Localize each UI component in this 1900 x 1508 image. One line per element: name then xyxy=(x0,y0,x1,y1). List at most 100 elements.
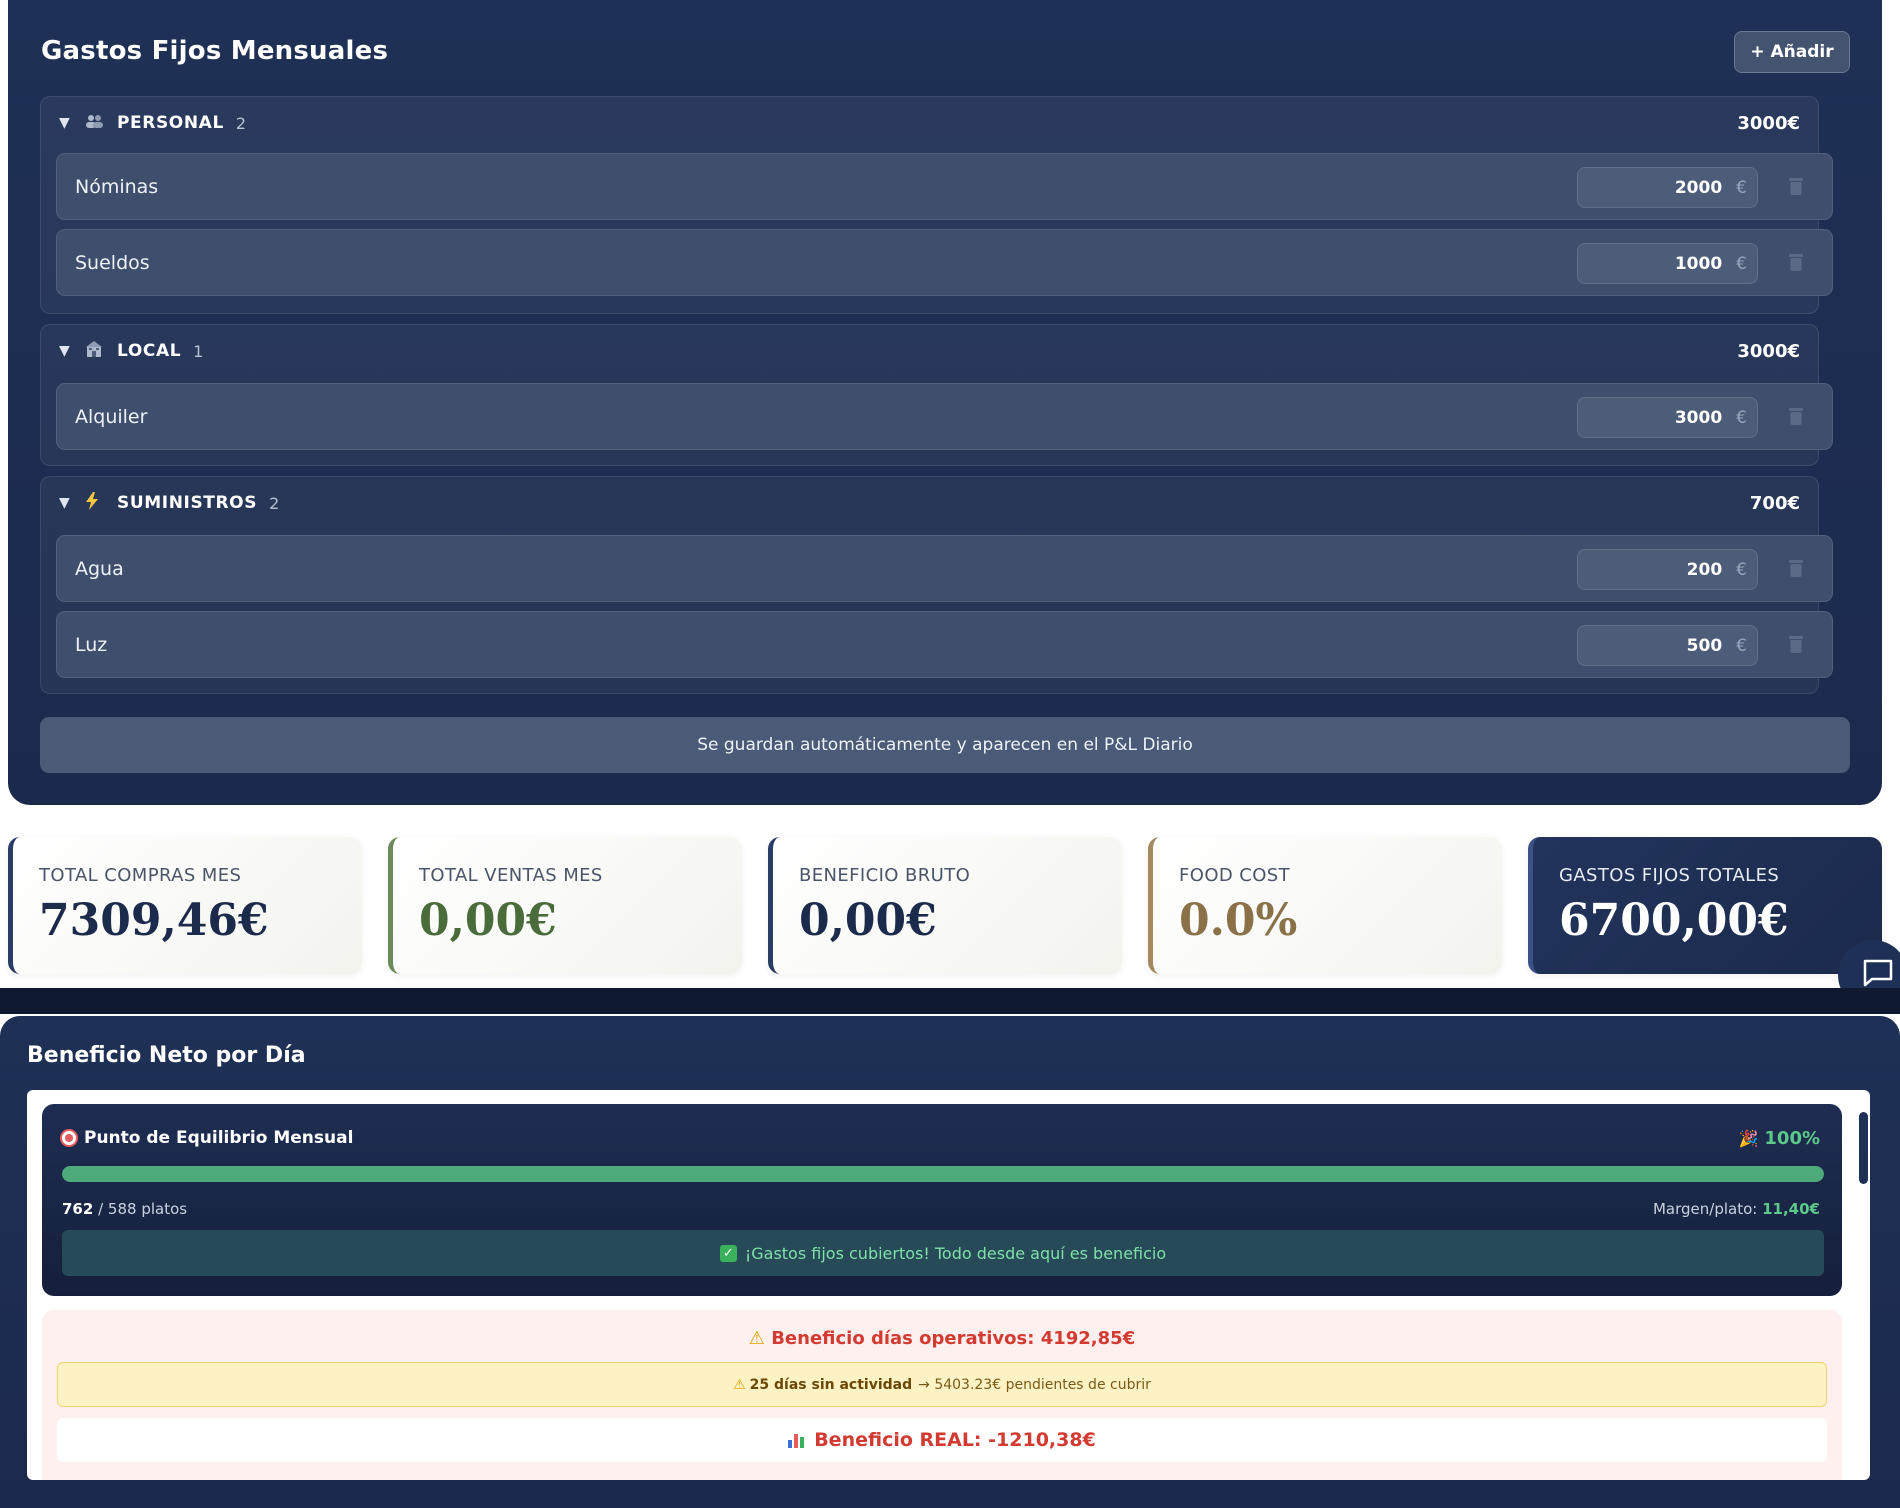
category-total: 3000€ xyxy=(1737,112,1800,134)
currency-symbol: € xyxy=(1736,177,1747,198)
category-header-suministros[interactable]: ▼ SUMINISTROS 2 700€ xyxy=(41,477,1818,529)
real-profit-text: Beneficio REAL: -1210,38€ xyxy=(814,1429,1096,1451)
inactive-days: 25 días sin actividad xyxy=(749,1376,913,1393)
building-icon xyxy=(85,340,111,362)
net-profit-title: Beneficio Neto por Día xyxy=(27,1043,306,1068)
amount-value: 2000 xyxy=(1674,177,1723,198)
stat-label: TOTAL VENTAS MES xyxy=(419,865,603,886)
currency-symbol: € xyxy=(1736,253,1747,274)
chevron-down-icon[interactable]: ▼ xyxy=(59,495,85,511)
section-divider xyxy=(0,988,1900,1014)
category-suministros: ▼ SUMINISTROS 2 700€ Agua 200 € Luz 500 … xyxy=(40,476,1833,694)
trash-icon[interactable] xyxy=(1788,176,1804,196)
amount-value: 1000 xyxy=(1674,253,1723,274)
category-name: LOCAL xyxy=(117,341,182,361)
costs-covered-banner: ✓ ¡Gastos fijos cubiertos! Todo desde aq… xyxy=(62,1230,1824,1276)
operating-days-value: 4192,85€ xyxy=(1040,1328,1136,1349)
inactive-rest: → 5403.23€ pendientes de cubrir xyxy=(918,1376,1151,1393)
margin-label: Margen/plato: xyxy=(1652,1200,1758,1218)
stat-card-fixed-costs-total: GASTOS FIJOS TOTALES 6700,00€ xyxy=(1528,837,1882,974)
margin-value: 11,40€ xyxy=(1762,1200,1820,1218)
trash-icon[interactable] xyxy=(1788,558,1804,578)
target-icon xyxy=(62,1131,76,1145)
check-mark-icon: ✓ xyxy=(719,1244,737,1262)
chevron-down-icon[interactable]: ▼ xyxy=(59,343,85,359)
chevron-down-icon[interactable]: ▼ xyxy=(59,115,85,131)
scrollbar-thumb[interactable] xyxy=(1859,1112,1868,1184)
stat-label: GASTOS FIJOS TOTALES xyxy=(1559,865,1780,886)
stat-label: BENEFICIO BRUTO xyxy=(799,865,971,886)
fixed-costs-title: Gastos Fijos Mensuales xyxy=(41,36,389,66)
amount-value: 200 xyxy=(1686,559,1723,580)
expense-row: Nóminas 2000 € xyxy=(56,153,1833,220)
plates-target: / 588 platos xyxy=(98,1200,188,1218)
expense-amount-input[interactable]: 1000 € xyxy=(1577,243,1758,284)
expense-row: Alquiler 3000 € xyxy=(56,383,1833,450)
category-header-local[interactable]: ▼ LOCAL 1 3000€ xyxy=(41,325,1818,377)
autosave-note: Se guardan automáticamente y aparecen en… xyxy=(40,717,1850,773)
expense-label: Nóminas xyxy=(75,175,159,198)
warning-icon: ⚠ xyxy=(733,1376,746,1393)
breakeven-title: Punto de Equilibrio Mensual xyxy=(62,1128,353,1148)
stat-value: 7309,46€ xyxy=(39,895,269,946)
trash-icon[interactable] xyxy=(1788,252,1804,272)
currency-symbol: € xyxy=(1736,635,1747,656)
expense-amount-input[interactable]: 3000 € xyxy=(1577,397,1758,438)
category-local: ▼ LOCAL 1 3000€ Alquiler 3000 € xyxy=(40,324,1833,466)
currency-symbol: € xyxy=(1736,559,1747,580)
stat-value: 0,00€ xyxy=(419,895,557,946)
stat-label: FOOD COST xyxy=(1179,865,1291,886)
trash-icon[interactable] xyxy=(1788,406,1804,426)
real-profit: Beneficio REAL: -1210,38€ xyxy=(57,1418,1827,1462)
add-expense-button[interactable]: + Añadir xyxy=(1734,31,1850,73)
breakeven-percent: 🎉 100% xyxy=(1738,1128,1820,1149)
category-header-personal[interactable]: ▼ PERSONAL 2 3000€ xyxy=(41,97,1818,149)
trash-icon[interactable] xyxy=(1788,634,1804,654)
expense-label: Sueldos xyxy=(75,251,150,274)
breakeven-title-text: Punto de Equilibrio Mensual xyxy=(84,1128,354,1148)
bar-chart-icon xyxy=(788,1432,806,1448)
amount-value: 3000 xyxy=(1674,407,1723,428)
operating-days-label: Beneficio días operativos: xyxy=(771,1328,1035,1349)
net-profit-content[interactable]: Punto de Equilibrio Mensual 🎉 100% 762 /… xyxy=(27,1090,1870,1480)
category-name: SUMINISTROS xyxy=(117,493,258,513)
margin-per-plate: Margen/plato: 11,40€ xyxy=(1653,1200,1820,1218)
people-icon xyxy=(85,114,111,132)
lightning-icon xyxy=(85,492,111,514)
operating-days-profit: ⚠ Beneficio días operativos: 4192,85€ xyxy=(42,1328,1842,1349)
breakeven-progress-bar xyxy=(62,1166,1824,1182)
category-name: PERSONAL xyxy=(117,113,224,133)
expense-amount-input[interactable]: 500 € xyxy=(1577,625,1758,666)
breakeven-progress-fill xyxy=(62,1166,1824,1182)
category-total: 700€ xyxy=(1749,492,1800,514)
warning-icon: ⚠ xyxy=(748,1328,765,1349)
party-popper-icon: 🎉 xyxy=(1738,1129,1759,1148)
expense-label: Luz xyxy=(75,633,108,656)
category-personal: ▼ PERSONAL 2 3000€ Nóminas 2000 € Sueldo… xyxy=(40,96,1833,314)
breakeven-card: Punto de Equilibrio Mensual 🎉 100% 762 /… xyxy=(42,1104,1842,1296)
stat-value: 0,00€ xyxy=(799,895,937,946)
expense-label: Alquiler xyxy=(75,405,148,428)
expense-row: Luz 500 € xyxy=(56,611,1833,678)
plates-sold: 762 xyxy=(62,1200,94,1218)
stat-card-total-purchases: TOTAL COMPRAS MES 7309,46€ xyxy=(8,837,362,974)
expense-amount-input[interactable]: 200 € xyxy=(1577,549,1758,590)
stat-label: TOTAL COMPRAS MES xyxy=(39,865,242,886)
amount-value: 500 xyxy=(1686,635,1723,656)
expense-row: Agua 200 € xyxy=(56,535,1833,602)
expense-label: Agua xyxy=(75,557,124,580)
stat-card-gross-profit: BENEFICIO BRUTO 0,00€ xyxy=(768,837,1122,974)
chat-bubble-icon xyxy=(1863,959,1893,987)
fixed-costs-panel: Gastos Fijos Mensuales + Añadir ▼ PERSON… xyxy=(8,0,1882,805)
plates-count: 762 / 588 platos xyxy=(62,1200,187,1218)
stat-card-total-sales: TOTAL VENTAS MES 0,00€ xyxy=(388,837,742,974)
stat-card-food-cost: FOOD COST 0.0% xyxy=(1148,837,1502,974)
expense-amount-input[interactable]: 2000 € xyxy=(1577,167,1758,208)
breakeven-percent-value: 100% xyxy=(1764,1128,1820,1149)
category-total: 3000€ xyxy=(1737,340,1800,362)
category-count: 2 xyxy=(269,493,280,513)
costs-covered-text: ¡Gastos fijos cubiertos! Todo desde aquí… xyxy=(744,1243,1167,1263)
stat-value: 6700,00€ xyxy=(1559,895,1789,946)
category-count: 2 xyxy=(235,113,247,133)
category-count: 1 xyxy=(193,341,204,361)
